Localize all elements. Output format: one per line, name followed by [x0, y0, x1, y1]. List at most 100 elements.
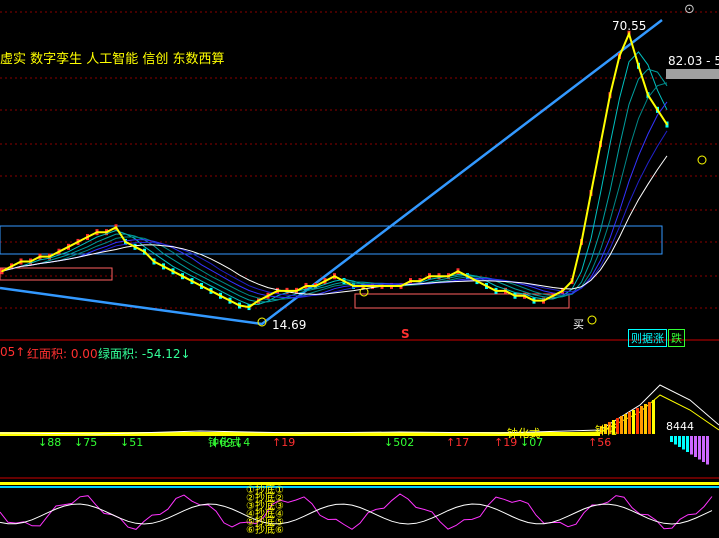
histogram-bar: [620, 416, 623, 434]
price-point: [1, 270, 3, 273]
histogram-bar: [686, 436, 689, 452]
price-point: [495, 290, 497, 292]
sell-signal: S: [401, 327, 410, 341]
price-point: [362, 285, 364, 287]
price-point: [181, 275, 184, 277]
price-point: [381, 285, 383, 287]
histogram-bar: [644, 404, 647, 434]
price-point: [561, 290, 564, 292]
price-point: [29, 260, 32, 263]
moving-average-line: [1, 130, 668, 297]
high-price-label: 70.55: [612, 19, 647, 33]
price-point: [229, 299, 231, 302]
price-point: [200, 285, 203, 287]
price-point: [552, 294, 554, 297]
volume-up-tag[interactable]: 则据涨: [628, 329, 667, 347]
price-point: [48, 255, 51, 258]
price-point: [428, 275, 431, 277]
indicator-marker: ↑19: [272, 436, 296, 449]
indicator-marker: ↓51: [120, 436, 144, 449]
price-point: [305, 285, 307, 287]
price-point: [20, 260, 22, 263]
price-point: [276, 290, 279, 292]
green-area-label: 绿面积: -54.12↓: [98, 347, 191, 361]
moving-average-line: [1, 51, 668, 305]
price-point: [371, 285, 374, 287]
price-point: [333, 275, 336, 277]
price-point: [86, 236, 89, 238]
indicator-text: 钟化: [595, 424, 617, 437]
histogram-bar: [670, 436, 673, 442]
price-point: [352, 285, 355, 287]
price-point: [248, 306, 250, 308]
indicator-marker: ↓88: [38, 436, 62, 449]
indicator-text: 钟化式: [507, 427, 540, 440]
price-point: [609, 94, 611, 96]
histogram-bar: [694, 436, 697, 457]
signal-circle: [587, 315, 597, 325]
histogram-bar: [690, 436, 693, 455]
bottom-band: [0, 482, 719, 485]
fall-tag[interactable]: 跌: [668, 329, 685, 347]
price-point: [656, 109, 659, 111]
histogram-bar: [652, 400, 655, 434]
price-point: [542, 299, 545, 302]
scrollbar-thumb[interactable]: [666, 69, 719, 79]
price-points: [1, 32, 668, 308]
price-point: [314, 285, 317, 287]
histogram-bar: [678, 436, 681, 447]
price-point: [219, 294, 222, 297]
price-point: [257, 299, 260, 302]
price-point: [628, 32, 630, 35]
price-range-label: 82.03 - 59: [668, 54, 719, 68]
menu-icon[interactable]: ⊙: [684, 2, 695, 17]
price-point: [637, 65, 640, 67]
low-price-label: 14.69: [272, 318, 307, 332]
histogram-bar: [624, 414, 627, 434]
price-point: [324, 280, 326, 282]
price-point: [295, 290, 298, 292]
price-point: [618, 55, 621, 57]
price-point: [466, 275, 469, 277]
indicator-marker: ↓75: [74, 436, 98, 449]
price-point: [438, 275, 440, 277]
price-point: [10, 265, 13, 268]
price-point: [134, 246, 136, 248]
price-point: [599, 143, 602, 145]
price-point: [409, 280, 412, 282]
price-point: [590, 192, 592, 194]
chart-window: 虚实 数字孪生 人工智能 信创 东数西算 70.55 14.69 82.03 -…: [0, 0, 719, 538]
indicator-marker: 8444: [666, 420, 694, 433]
price-point: [647, 94, 649, 96]
price-point: [390, 285, 393, 287]
bottom-panel: [0, 482, 719, 530]
price-point: [210, 290, 212, 292]
price-point: [191, 280, 193, 282]
price-point: [267, 294, 269, 297]
moving-average-line: [1, 68, 668, 303]
histogram-bar: [698, 436, 701, 460]
price-point: [286, 290, 288, 292]
price-point: [67, 246, 70, 248]
histogram-bar: [648, 402, 651, 434]
price-point: [571, 280, 573, 282]
price-point: [343, 280, 345, 282]
histogram-bar: [636, 408, 639, 434]
price-point: [172, 270, 174, 273]
price-point: [447, 275, 450, 277]
channel-box: [0, 225, 663, 255]
indicator-marker: ↑17: [446, 436, 470, 449]
moving-average-line: [1, 82, 668, 300]
concept-tags: 虚实 数字孪生 人工智能 信创 东数西算: [0, 52, 225, 67]
price-point: [457, 270, 459, 273]
indicator-prefix: 05↑: [0, 345, 26, 359]
price-point: [115, 226, 117, 229]
price-point: [666, 123, 668, 126]
histogram-bar: [674, 436, 677, 445]
price-point: [400, 285, 402, 287]
histogram-bar: [640, 406, 643, 434]
price-point: [162, 265, 165, 268]
price-point: [580, 241, 583, 243]
price-point: [124, 241, 127, 243]
bottom-band: [0, 486, 719, 488]
